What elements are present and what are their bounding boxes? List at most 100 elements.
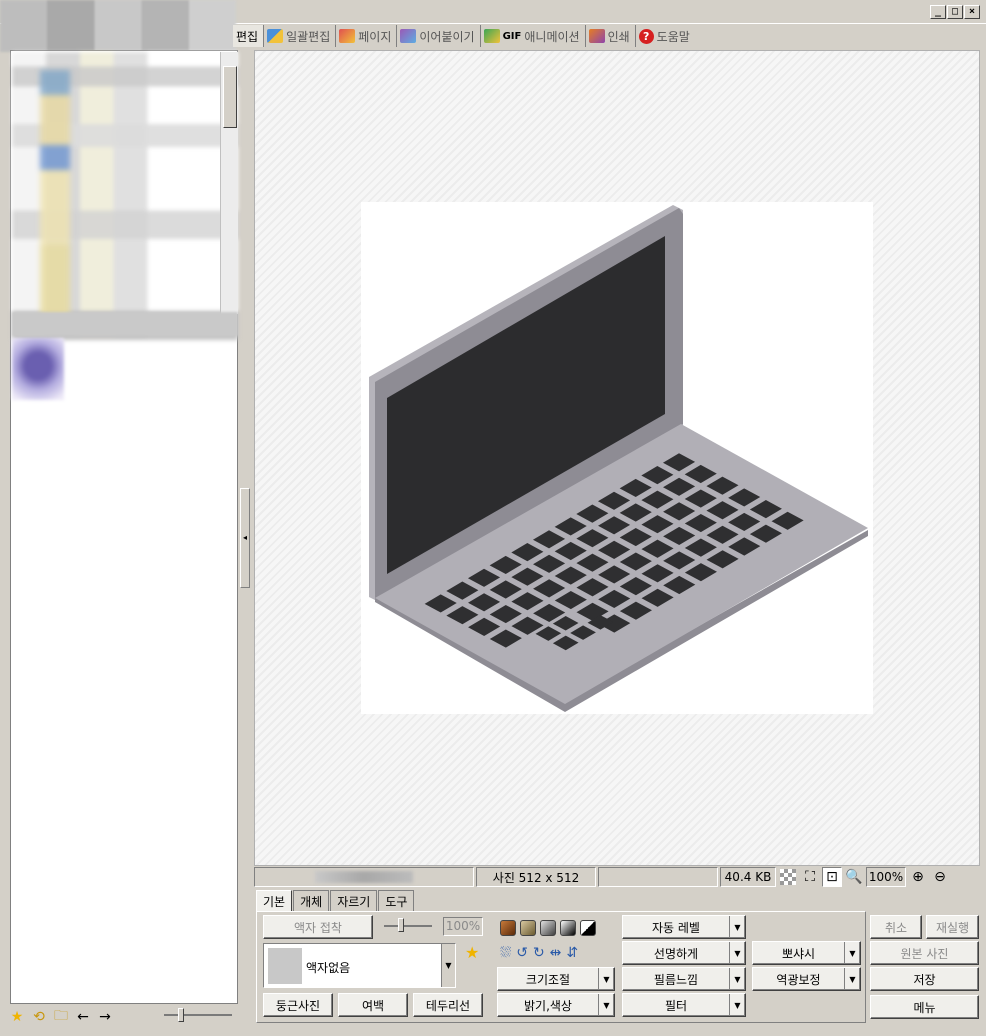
tab-gif-animation-label: 애니메이션 [524, 29, 580, 44]
batch-edit-icon [267, 29, 284, 43]
gray-swatch[interactable] [540, 920, 556, 936]
frame-opacity-slider-knob[interactable] [398, 918, 404, 932]
rotate-right-icon[interactable]: ↻ [533, 945, 545, 961]
page-icon [339, 29, 356, 43]
favorite-star-icon[interactable]: ★ [8, 1008, 26, 1026]
resize-button[interactable]: 크기조절 ▼ [497, 967, 615, 991]
tab-gif-animation[interactable]: GIF 애니메이션 [481, 25, 586, 47]
transparency-toggle[interactable] [778, 867, 798, 887]
chevron-down-icon[interactable]: ▼ [729, 994, 745, 1016]
flip-horizontal-icon[interactable]: ⇹ [550, 945, 562, 961]
save-button[interactable]: 저장 [870, 967, 979, 991]
panel-collapse-handle[interactable]: ◂ [240, 488, 250, 588]
zoom-out-icon[interactable]: ⊖ [930, 867, 950, 887]
file-toolbar: ★ ⟲ 🗀 ← → [8, 1006, 240, 1028]
minimize-button[interactable]: _ [930, 5, 946, 19]
backlight-correction-button[interactable]: 역광보정 ▼ [752, 967, 861, 991]
film-effect-label: 필름느낌 [653, 972, 699, 987]
filter-button[interactable]: 필터 ▼ [622, 993, 746, 1017]
zoom-fit-icon[interactable]: 🔍 [844, 867, 864, 887]
menu-button[interactable]: 메뉴 [870, 995, 979, 1019]
tab-help[interactable]: ? 도움말 [636, 25, 695, 47]
resize-label: 크기조절 [525, 972, 571, 987]
rotate-left-icon[interactable]: ↺ [516, 945, 528, 961]
refresh-icon[interactable]: ⟲ [30, 1008, 48, 1026]
tab-batch-edit[interactable]: 일괄편집 [264, 25, 337, 47]
redo-button[interactable]: 재실행 [926, 915, 979, 939]
round-photo-button[interactable]: 둥근사진 [263, 993, 333, 1017]
brightness-color-button[interactable]: 밝기,색상 ▼ [497, 993, 615, 1017]
sharpen-button[interactable]: 선명하게 ▼ [622, 941, 746, 965]
chevron-down-icon[interactable]: ▼ [844, 968, 860, 990]
main-menu-tabs: 편집 일괄편집 페이지 이어붙이기 GIF 애니메이션 인쇄 ? 도움말 [233, 25, 695, 47]
thumbnail-item-blurred[interactable] [12, 338, 64, 400]
tab-print[interactable]: 인쇄 [586, 25, 636, 47]
tab-page-label: 페이지 [358, 29, 392, 44]
forward-arrow-icon[interactable]: → [96, 1008, 114, 1026]
chevron-down-icon[interactable]: ▼ [729, 942, 745, 964]
original-photo-button[interactable]: 원본 사진 [870, 941, 979, 965]
sepia-swatch[interactable] [500, 920, 516, 936]
thumbnail-size-slider[interactable] [164, 1014, 232, 1016]
tab-tools[interactable]: 도구 [378, 890, 415, 912]
auto-fix-icon[interactable]: ⛆ [500, 945, 511, 961]
tab-help-label: 도움말 [656, 29, 690, 44]
tab-crop[interactable]: 자르기 [330, 890, 378, 912]
zoom-level: 100% [866, 867, 906, 887]
folder-search-icon[interactable]: 🗀 [52, 1008, 70, 1026]
chevron-down-icon[interactable]: ▼ [844, 942, 860, 964]
status-path-cell [254, 867, 474, 887]
actual-size-icon[interactable]: ⊡ [822, 867, 842, 887]
thumbnail-strip-blurred [40, 70, 70, 320]
invert-swatch[interactable] [580, 920, 596, 936]
tab-page[interactable]: 페이지 [336, 25, 398, 47]
favorite-frame-star-icon[interactable]: ★ [465, 943, 479, 962]
frame-preview [268, 948, 302, 984]
gif-prefix: GIF [502, 30, 522, 42]
chevron-down-icon[interactable]: ▼ [729, 968, 745, 990]
tab-edit-label: 편집 [236, 29, 259, 44]
tab-concat-label: 이어붙이기 [419, 29, 475, 44]
status-bar: 사진 512 x 512 40.4 KB ⛶ ⊡ 🔍 100% ⊕ ⊖ [254, 866, 986, 888]
close-button[interactable]: × [964, 5, 980, 19]
bw-swatch[interactable] [560, 920, 576, 936]
soft-focus-button[interactable]: 뽀샤시 ▼ [752, 941, 861, 965]
gif-icon [483, 29, 500, 43]
photo-image[interactable] [361, 202, 873, 714]
scrollbar-thumb[interactable] [223, 66, 237, 128]
back-arrow-icon[interactable]: ← [74, 1008, 92, 1026]
maximize-button[interactable]: □ [947, 5, 963, 19]
border-line-button[interactable]: 테두리선 [413, 993, 483, 1017]
tab-object[interactable]: 개체 [293, 890, 330, 912]
file-browser-panel: ★ ⟲ 🗀 ← → [0, 0, 240, 1036]
frame-compose-button[interactable]: 액자 접착 [263, 915, 373, 939]
margin-button[interactable]: 여백 [338, 993, 408, 1017]
filter-label: 필터 [664, 998, 688, 1013]
thumbnail-vertical-scrollbar[interactable] [220, 52, 238, 314]
chevron-down-icon[interactable]: ▼ [441, 944, 455, 987]
laptop-illustration [369, 205, 868, 712]
tool-tabs: 기본 개체 자르기 도구 [256, 890, 415, 912]
help-icon: ? [638, 28, 654, 44]
fit-window-icon[interactable]: ⛶ [800, 867, 820, 887]
undo-button[interactable]: 취소 [870, 915, 922, 939]
chevron-down-icon[interactable]: ▼ [598, 994, 614, 1016]
tab-basic[interactable]: 기본 [256, 890, 293, 912]
thumbnail-size-slider-knob[interactable] [178, 1008, 184, 1022]
vintage-swatch[interactable] [520, 920, 536, 936]
chevron-down-icon[interactable]: ▼ [598, 968, 614, 990]
tab-concat[interactable]: 이어붙이기 [397, 25, 481, 47]
auto-level-button[interactable]: 자동 레벨 ▼ [622, 915, 746, 939]
tab-edit[interactable]: 편집 [233, 25, 265, 47]
thumbnail-horizontal-scrollbar[interactable] [12, 312, 238, 336]
flip-vertical-icon[interactable]: ⇵ [566, 945, 578, 961]
status-extra-cell [598, 867, 718, 887]
sharpen-label: 선명하게 [653, 946, 699, 961]
image-canvas[interactable] [254, 50, 980, 866]
zoom-in-icon[interactable]: ⊕ [908, 867, 928, 887]
film-effect-button[interactable]: 필름느낌 ▼ [622, 967, 746, 991]
frame-select[interactable]: 액자없음 ▼ [263, 943, 456, 988]
frame-opacity-slider[interactable] [384, 925, 432, 927]
chevron-down-icon[interactable]: ▼ [729, 916, 745, 938]
brightness-label: 밝기,색상 [524, 998, 572, 1013]
